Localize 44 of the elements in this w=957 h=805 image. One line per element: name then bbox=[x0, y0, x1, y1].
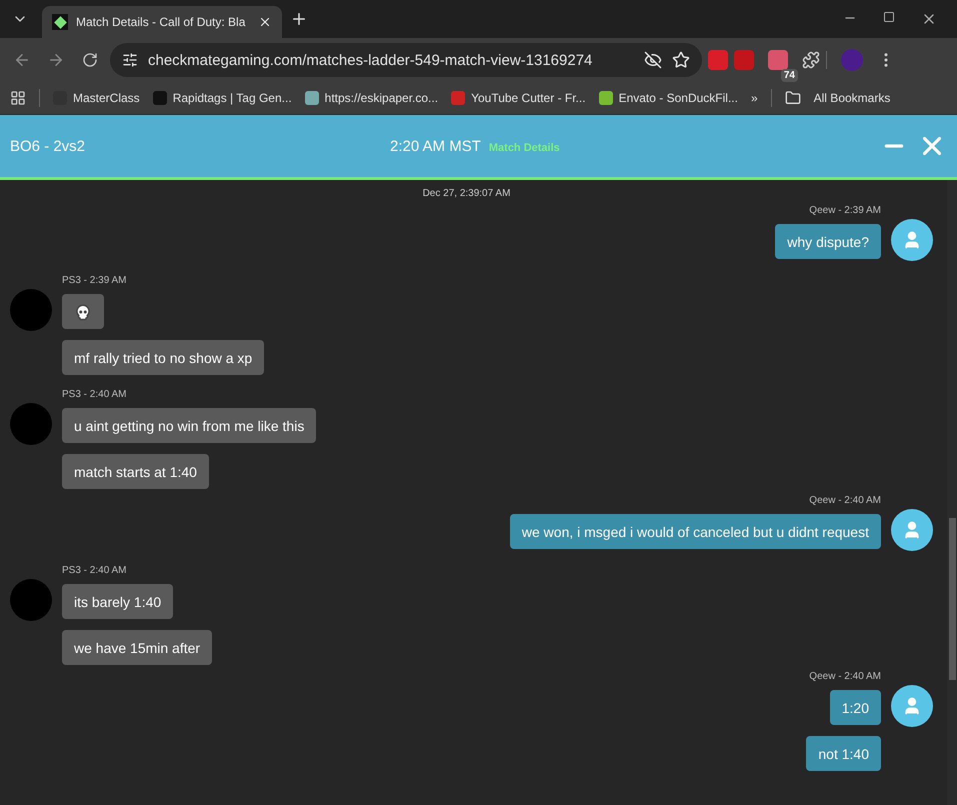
site-settings-icon[interactable] bbox=[122, 52, 138, 68]
star-icon[interactable] bbox=[672, 51, 690, 69]
all-bookmarks[interactable]: All Bookmarks bbox=[814, 91, 890, 105]
close-icon[interactable] bbox=[258, 15, 272, 29]
count-badge: 74 bbox=[780, 69, 798, 82]
message-meta: PS3 - 2:40 AM bbox=[62, 389, 126, 400]
skull-icon bbox=[62, 294, 104, 329]
message-bubble: not 1:40 bbox=[806, 736, 881, 771]
match-time: 2:20 AM MST bbox=[390, 138, 481, 154]
back-icon[interactable] bbox=[13, 51, 31, 69]
chat-date: Dec 27, 2:39:07 AM bbox=[422, 188, 510, 199]
folder-icon[interactable] bbox=[784, 90, 801, 106]
bookmark[interactable]: Envato - SonDuckFil... bbox=[598, 91, 738, 105]
reload-icon[interactable] bbox=[82, 52, 98, 68]
message-bubble: 1:20 bbox=[830, 690, 881, 725]
message-bubble: its barely 1:40 bbox=[62, 584, 174, 619]
message-bubble: u aint getting no win from me like this bbox=[62, 408, 316, 443]
message-bubble: we won, i msged i would of canceled but u didnt request bbox=[510, 514, 881, 549]
eye-off-icon[interactable] bbox=[644, 51, 662, 69]
browser-tab[interactable]: Match Details - Call of Duty: Bla bbox=[42, 6, 282, 38]
message-meta: Qeew - 2:40 AM bbox=[809, 671, 881, 682]
message-meta: Qeew - 2:39 AM bbox=[809, 205, 881, 216]
more-bookmarks[interactable]: » bbox=[750, 91, 758, 105]
message-bubble: match starts at 1:40 bbox=[62, 454, 209, 489]
extension-icon[interactable] bbox=[768, 50, 788, 70]
bookmark[interactable]: MasterClass bbox=[53, 91, 140, 105]
site-icon bbox=[52, 14, 68, 30]
match-title: BO6 - 2vs2 bbox=[10, 138, 86, 154]
scrollbar-thumb[interactable] bbox=[949, 518, 956, 680]
message-bubble: mf rally tried to no show a xp bbox=[62, 340, 264, 375]
bookmark[interactable]: YouTube Cutter - Fr... bbox=[451, 91, 586, 105]
apps-icon[interactable] bbox=[10, 90, 26, 106]
bookmark[interactable]: Rapidtags | Tag Gen... bbox=[152, 91, 292, 105]
puzzle-icon[interactable] bbox=[802, 51, 820, 69]
message-meta: PS3 - 2:40 AM bbox=[62, 565, 126, 576]
message-bubble: we have 15min after bbox=[62, 630, 212, 665]
message-meta: Qeew - 2:40 AM bbox=[809, 495, 881, 506]
maximize-icon[interactable] bbox=[883, 11, 895, 23]
bookmark[interactable]: https://eskipaper.co... bbox=[304, 91, 438, 105]
message-bubble: why dispute? bbox=[775, 224, 881, 259]
forward-icon[interactable] bbox=[47, 51, 65, 69]
message-meta: PS3 - 2:39 AM bbox=[62, 275, 126, 286]
address-bar[interactable]: checkmategaming.com/matches-ladder-549-match-view-13169274 bbox=[110, 43, 702, 77]
new-tab-icon[interactable] bbox=[290, 10, 308, 28]
